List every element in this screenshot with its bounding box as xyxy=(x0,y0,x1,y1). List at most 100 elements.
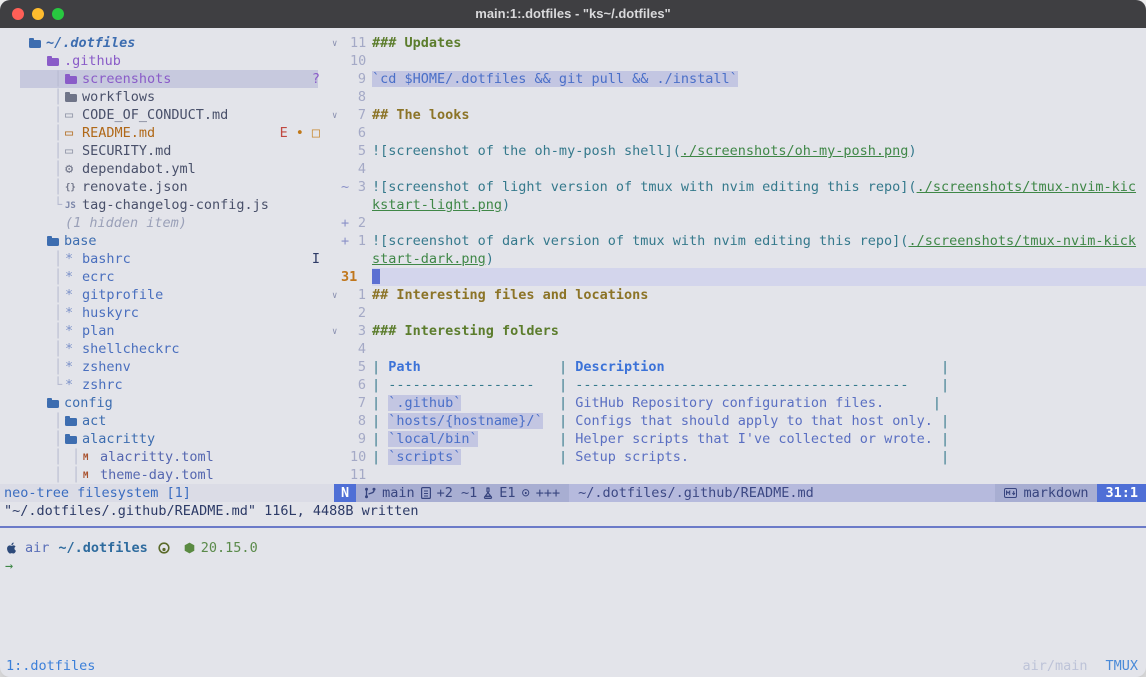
text-segment: Helper scripts that I've collected or wr… xyxy=(575,431,933,447)
fold-column xyxy=(332,88,341,106)
sign-column xyxy=(341,34,350,52)
editor-line[interactable]: start-dark.png) xyxy=(332,250,1146,268)
editor-line[interactable]: 7| `.github` | GitHub Repository configu… xyxy=(332,394,1146,412)
close-button[interactable] xyxy=(12,8,24,20)
editor-line[interactable]: 11 xyxy=(332,466,1146,484)
tree-item-alacritty[interactable]: │alacritty xyxy=(0,430,330,448)
sign-column xyxy=(341,430,350,448)
indent-guide: │ xyxy=(54,88,62,106)
text-segment: ### Updates xyxy=(372,35,461,51)
editor-line[interactable]: 2 xyxy=(332,304,1146,322)
line-text: | `scripts` | Setup scripts. | xyxy=(372,448,1146,466)
editor-line[interactable]: 8| `hosts/{hostname}/` | Configs that sh… xyxy=(332,412,1146,430)
editor-line[interactable]: ∨3### Interesting folders xyxy=(332,322,1146,340)
line-text xyxy=(372,124,1146,142)
tree-item-act[interactable]: │act xyxy=(0,412,330,430)
editor-line[interactable]: 5![screenshot of the oh-my-posh shell](.… xyxy=(332,142,1146,160)
braces-icon: {} xyxy=(65,179,76,197)
status-badge: I xyxy=(312,250,320,268)
tree-item-base[interactable]: base xyxy=(0,232,330,250)
editor-line[interactable]: 4 xyxy=(332,340,1146,358)
indent-guide: │ xyxy=(54,106,62,124)
tree-item-label: alacritty xyxy=(82,430,155,448)
text-segment: Setup scripts. xyxy=(575,449,689,465)
tree-item-label: zshrc xyxy=(82,376,123,394)
file-path: ~/.dotfiles/.github/README.md xyxy=(569,484,995,502)
editor-line[interactable]: 4 xyxy=(332,160,1146,178)
editor-line[interactable]: +1![screenshot of dark version of tmux w… xyxy=(332,232,1146,250)
shell-pane[interactable]: air ~/.dotfiles 20.15.0 → xyxy=(0,528,1146,654)
line-number: 8 xyxy=(350,88,366,106)
tree-item-renovate-json[interactable]: │{}renovate.json xyxy=(0,178,330,196)
editor-line[interactable]: 9`cd $HOME/.dotfiles && git pull && ./in… xyxy=(332,70,1146,88)
tree-item-plan[interactable]: │*plan xyxy=(0,322,330,340)
editor-line[interactable]: ∨11### Updates xyxy=(332,34,1146,52)
editor-line[interactable]: 5| Path | Description | xyxy=(332,358,1146,376)
tree-item-workflows[interactable]: │workflows xyxy=(0,88,330,106)
line-number: 6 xyxy=(350,124,366,142)
editor-line[interactable]: ∨1## Interesting files and locations xyxy=(332,286,1146,304)
minimize-button[interactable] xyxy=(32,8,44,20)
tree-item-github[interactable]: .github xyxy=(0,52,330,70)
tree-item-dependabot-yml[interactable]: │⚙dependabot.yml xyxy=(0,160,330,178)
text-segment: | xyxy=(372,359,388,375)
fold-column xyxy=(332,430,341,448)
star-icon: * xyxy=(65,376,73,394)
node-version: 20.15.0 xyxy=(201,539,258,557)
prompt-cwd: ~/.dotfiles xyxy=(58,539,147,557)
tree-item-dotfiles[interactable]: ~/.dotfiles xyxy=(0,34,330,52)
editor-line[interactable]: 6 xyxy=(332,124,1146,142)
tree-item-readme-md[interactable]: │▭README.mdE•□ xyxy=(0,124,330,142)
text-segment: | xyxy=(543,413,576,429)
indent-guide: │ xyxy=(54,70,62,88)
tree-item-theme-day-toml[interactable]: ││Mtheme-day.toml xyxy=(0,466,330,484)
sign-column xyxy=(341,250,350,268)
tree-item-screenshots[interactable]: │screenshots? xyxy=(0,70,330,88)
line-text: kstart-light.png) xyxy=(372,196,1146,214)
tree-item-code-of-conduct-md[interactable]: │▭CODE_OF_CONDUCT.md xyxy=(0,106,330,124)
apple-icon xyxy=(5,541,18,555)
editor-line[interactable]: ~3![screenshot of light version of tmux … xyxy=(332,178,1146,196)
status-row: neo-tree filesystem [1] N main +2 ~1 E1 … xyxy=(0,484,1146,502)
tree-item-bashrc[interactable]: │*bashrcI xyxy=(0,250,330,268)
editor-line[interactable]: kstart-light.png) xyxy=(332,196,1146,214)
editor-line[interactable]: 10| `scripts` | Setup scripts. | xyxy=(332,448,1146,466)
line-number: 11 xyxy=(350,34,366,52)
line-text: start-dark.png) xyxy=(372,250,1146,268)
text-segment: | xyxy=(461,395,575,411)
git-branch-icon xyxy=(365,487,376,499)
indent-guide: │ xyxy=(54,286,62,304)
indent-guide: │ xyxy=(54,466,62,484)
fold-column xyxy=(332,178,341,196)
md-icon: ▭ xyxy=(65,142,73,160)
traffic-lights xyxy=(12,8,64,20)
fold-column xyxy=(332,52,341,70)
titlebar: main:1:.dotfiles - "ks~/.dotfiles" xyxy=(0,0,1146,28)
maximize-button[interactable] xyxy=(52,8,64,20)
text-segment: Configs that should apply to that host o… xyxy=(575,413,933,429)
tree-item-huskyrc[interactable]: │*huskyrc xyxy=(0,304,330,322)
editor-line[interactable]: 6| ------------------ | ----------------… xyxy=(332,376,1146,394)
tree-item-label: CODE_OF_CONDUCT.md xyxy=(82,106,228,124)
tree-item-config[interactable]: config xyxy=(0,394,330,412)
text-segment: start-dark.png xyxy=(372,251,486,267)
line-text xyxy=(372,466,1146,484)
tree-item-shellcheckrc[interactable]: │*shellcheckrc xyxy=(0,340,330,358)
tree-item-ecrc[interactable]: │*ecrc xyxy=(0,268,330,286)
editor-line[interactable]: 31 xyxy=(332,268,1146,286)
tree-item-1-hidden-item[interactable]: (1 hidden item) xyxy=(0,214,330,232)
tree-item-security-md[interactable]: │▭SECURITY.md xyxy=(0,142,330,160)
indent-guide: │ xyxy=(54,124,62,142)
tree-item-zshenv[interactable]: │*zshenv xyxy=(0,358,330,376)
folder-open-icon xyxy=(47,400,59,408)
tree-item-tag-changelog-config-js[interactable]: └JStag-changelog-config.js xyxy=(0,196,330,214)
tree-item-gitprofile[interactable]: │*gitprofile xyxy=(0,286,330,304)
tmux-window-tab[interactable]: 1:.dotfiles xyxy=(6,657,95,675)
editor-line[interactable]: 8 xyxy=(332,88,1146,106)
editor-line[interactable]: 9| `local/bin` | Helper scripts that I'v… xyxy=(332,430,1146,448)
editor-line[interactable]: +2 xyxy=(332,214,1146,232)
tree-item-zshrc[interactable]: └*zshrc xyxy=(0,376,330,394)
tree-item-alacritty-toml[interactable]: ││Malacritty.toml xyxy=(0,448,330,466)
editor-line[interactable]: 10 xyxy=(332,52,1146,70)
editor-line[interactable]: ∨7## The looks xyxy=(332,106,1146,124)
